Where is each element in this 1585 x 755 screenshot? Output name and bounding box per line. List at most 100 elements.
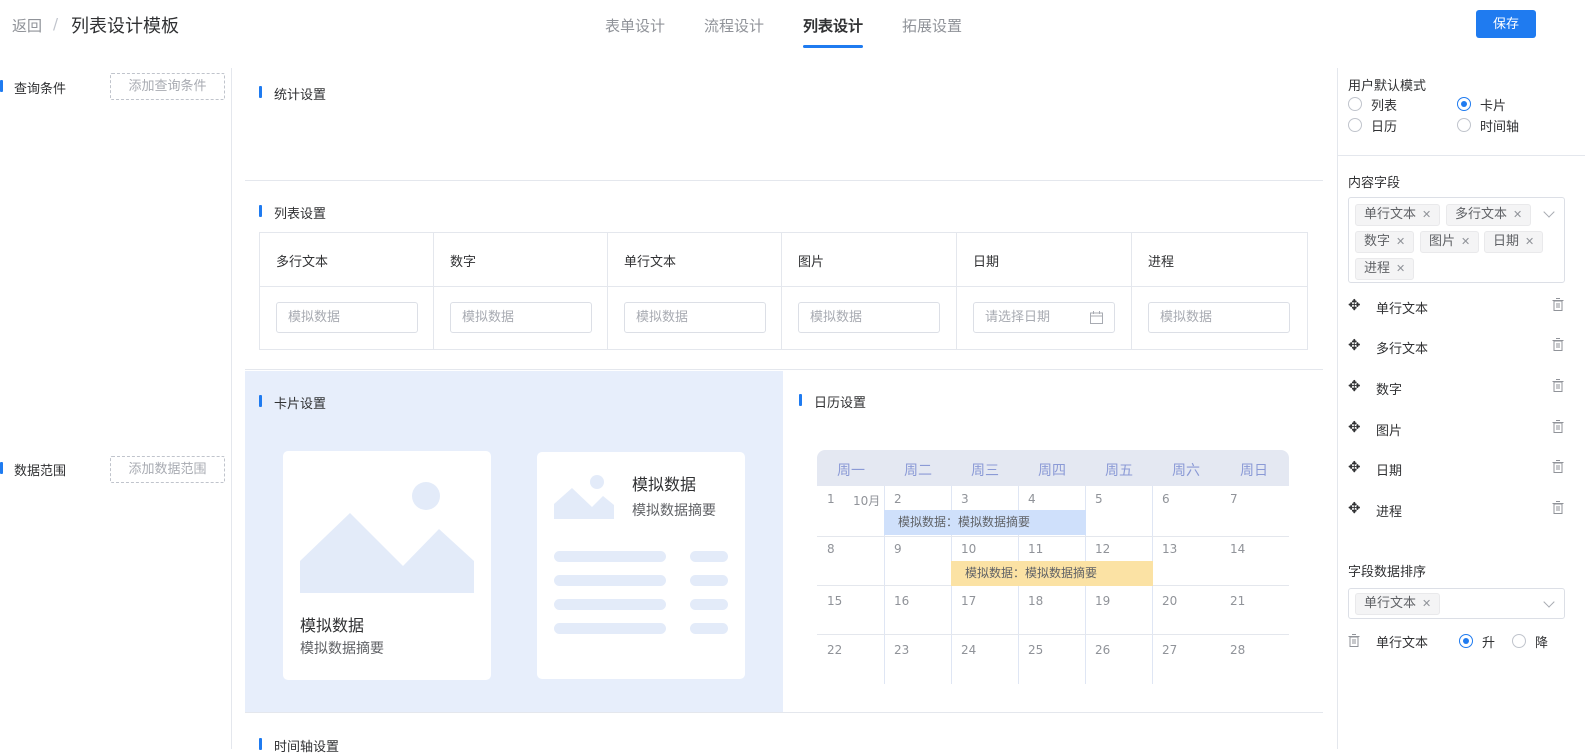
tag-close-icon[interactable]: ✕	[1422, 597, 1431, 610]
sort-asc-radio[interactable]	[1459, 634, 1473, 648]
skeleton-line	[690, 623, 728, 634]
tag-close-icon[interactable]: ✕	[1525, 235, 1534, 248]
skeleton-line	[690, 551, 728, 562]
content-fields-select[interactable]: 单行文本 ✕ 多行文本 ✕ 数字 ✕ 图片 ✕ 日期 ✕ 进程 ✕	[1348, 197, 1565, 283]
calendar-event[interactable]: 模拟数据：模拟数据摘要	[951, 561, 1153, 586]
drag-move-icon[interactable]: ✥	[1348, 418, 1361, 436]
day-number: 13	[1162, 542, 1178, 556]
calendar-preview[interactable]: 周一 周二 周三 周四 周五 周六 周日 模拟数据：模拟数据摘要 模拟数据：模拟…	[817, 450, 1289, 684]
field-item[interactable]: ✥ 进程	[1348, 499, 1568, 520]
tag: 多行文本 ✕	[1446, 204, 1532, 226]
day-number: 9	[894, 542, 902, 556]
mock-input[interactable]: 模拟数据	[798, 302, 940, 333]
chevron-down-icon	[1543, 596, 1555, 608]
day-number: 16	[894, 594, 910, 608]
active-tab-indicator	[803, 45, 863, 48]
tag: 图片 ✕	[1420, 231, 1480, 253]
list-marker	[259, 205, 262, 217]
tag-close-icon[interactable]: ✕	[1396, 262, 1405, 275]
divider	[245, 369, 1323, 370]
mock-input[interactable]: 模拟数据	[624, 302, 766, 333]
card-preview-large: 模拟数据 模拟数据摘要	[283, 451, 491, 680]
add-query-condition-button[interactable]: 添加查询条件	[110, 73, 225, 100]
mock-input[interactable]: 模拟数据	[450, 302, 592, 333]
field-item[interactable]: ✥ 日期	[1348, 458, 1568, 479]
date-picker-input[interactable]: 请选择日期	[973, 302, 1115, 333]
tab-form-design[interactable]: 表单设计	[605, 15, 665, 36]
skeleton-line	[554, 623, 666, 634]
table-cell: 模拟数据	[608, 287, 782, 350]
day-number: 23	[894, 643, 910, 657]
tab-extend-settings[interactable]: 拓展设置	[902, 15, 962, 36]
day-number: 11	[1028, 542, 1044, 556]
field-label: 日期	[1376, 464, 1403, 479]
image-placeholder-icon	[300, 482, 474, 593]
drag-move-icon[interactable]: ✥	[1348, 499, 1361, 517]
trash-icon[interactable]	[1552, 338, 1564, 351]
day-number: 2	[894, 492, 902, 506]
calendar-settings-title: 日历设置	[814, 396, 867, 411]
weekday-label: 周二	[904, 463, 932, 479]
day-number: 14	[1230, 542, 1246, 556]
mock-input[interactable]: 模拟数据	[276, 302, 418, 333]
trash-icon[interactable]	[1552, 501, 1564, 514]
column-header: 图片	[782, 233, 957, 287]
table-cell: 模拟数据	[434, 287, 608, 350]
timeline-marker	[259, 738, 262, 750]
table-cell: 模拟数据	[260, 287, 434, 350]
trash-icon[interactable]	[1552, 379, 1564, 392]
field-item[interactable]: ✥ 数字	[1348, 377, 1568, 398]
divider	[245, 712, 1323, 713]
weekday-label: 周四	[1038, 463, 1066, 479]
add-data-range-button[interactable]: 添加数据范围	[110, 456, 225, 483]
table-cell: 请选择日期	[957, 287, 1132, 350]
drag-move-icon[interactable]: ✥	[1348, 336, 1361, 354]
list-settings-title: 列表设置	[274, 207, 327, 222]
tag-close-icon[interactable]: ✕	[1513, 208, 1522, 221]
mode-radio-card[interactable]	[1457, 97, 1471, 111]
mode-option-label: 时间轴	[1480, 120, 1520, 135]
tag-close-icon[interactable]: ✕	[1461, 235, 1470, 248]
mode-radio-calendar[interactable]	[1348, 118, 1362, 132]
table-cell: 模拟数据	[1132, 287, 1307, 350]
trash-icon[interactable]	[1552, 420, 1564, 433]
sort-field-select[interactable]: 单行文本 ✕	[1348, 588, 1565, 619]
field-label: 图片	[1376, 424, 1403, 439]
right-divider	[1337, 68, 1338, 749]
mode-option-label: 列表	[1371, 99, 1398, 114]
day-number: 5	[1095, 492, 1103, 506]
mode-radio-timeline[interactable]	[1457, 118, 1471, 132]
trash-icon[interactable]	[1552, 460, 1564, 473]
mode-radio-list[interactable]	[1348, 97, 1362, 111]
sort-desc-radio[interactable]	[1512, 634, 1526, 648]
tab-flow-design[interactable]: 流程设计	[704, 15, 764, 36]
day-number: 20	[1162, 594, 1178, 608]
trash-icon[interactable]	[1348, 634, 1360, 647]
calendar-event[interactable]: 模拟数据：模拟数据摘要	[884, 510, 1086, 535]
mode-option-label: 日历	[1371, 120, 1398, 135]
drag-move-icon[interactable]: ✥	[1348, 377, 1361, 395]
save-button[interactable]: 保存	[1476, 10, 1536, 38]
mock-input[interactable]: 模拟数据	[1148, 302, 1290, 333]
column-header: 单行文本	[608, 233, 782, 287]
back-link[interactable]: 返回	[12, 15, 42, 36]
column-header: 进程	[1132, 233, 1307, 287]
field-item[interactable]: ✥ 多行文本	[1348, 336, 1568, 357]
trash-icon[interactable]	[1552, 298, 1564, 311]
stats-marker	[259, 86, 262, 98]
card-summary: 模拟数据摘要	[632, 503, 716, 519]
range-marker	[0, 462, 3, 474]
tag-close-icon[interactable]: ✕	[1422, 208, 1431, 221]
drag-move-icon[interactable]: ✥	[1348, 458, 1361, 476]
card-settings-title: 卡片设置	[274, 397, 327, 412]
tag-close-icon[interactable]: ✕	[1396, 235, 1405, 248]
field-item[interactable]: ✥ 图片	[1348, 418, 1568, 439]
tab-list-design[interactable]: 列表设计	[803, 15, 863, 36]
field-item[interactable]: ✥ 单行文本	[1348, 296, 1568, 317]
day-number: 19	[1095, 594, 1111, 608]
column-header: 数字	[434, 233, 608, 287]
drag-move-icon[interactable]: ✥	[1348, 296, 1361, 314]
field-label: 数字	[1376, 383, 1403, 398]
sort-desc-label: 降	[1535, 636, 1549, 651]
skeleton-line	[690, 599, 728, 610]
